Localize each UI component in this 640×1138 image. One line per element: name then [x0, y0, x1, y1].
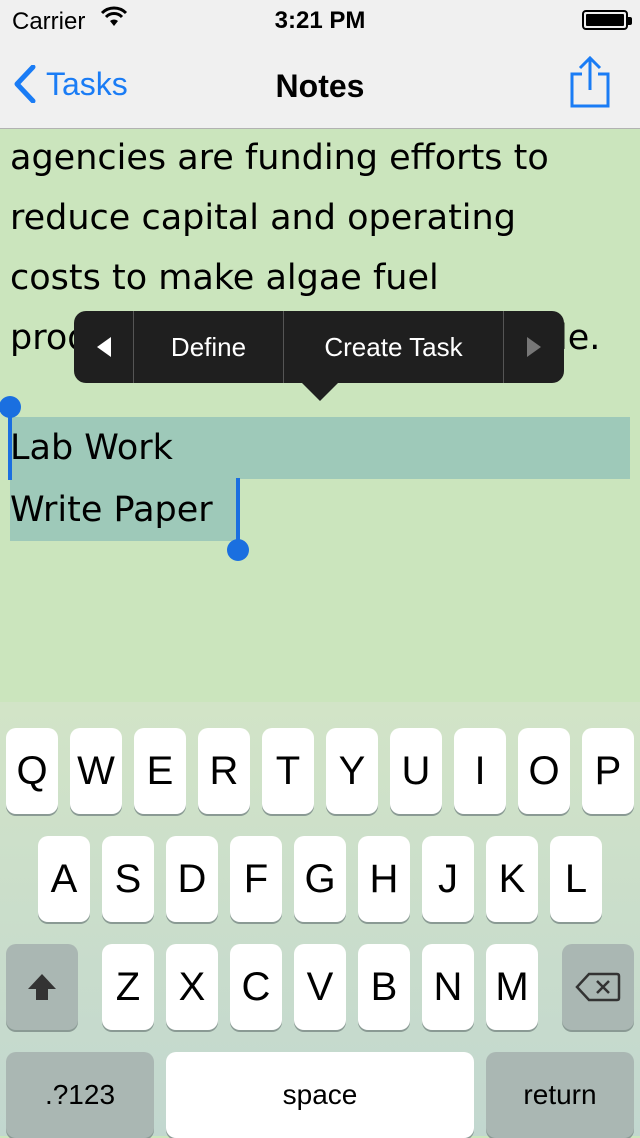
status-bar: Carrier 3:21 PM: [0, 0, 640, 40]
key-d[interactable]: D: [166, 836, 218, 922]
key-u[interactable]: U: [390, 728, 442, 814]
key-i[interactable]: I: [454, 728, 506, 814]
selection-start-handle[interactable]: [8, 414, 12, 480]
selection-end-grip[interactable]: [227, 539, 249, 561]
key-l[interactable]: L: [550, 836, 602, 922]
key-e[interactable]: E: [134, 728, 186, 814]
create-task-button[interactable]: Create Task: [284, 311, 504, 383]
menu-prev-button[interactable]: [74, 311, 134, 383]
key-b[interactable]: B: [358, 944, 410, 1030]
key-w[interactable]: W: [70, 728, 122, 814]
menu-pointer: [302, 383, 338, 401]
note-line: agencies are funding efforts to: [10, 138, 549, 178]
key-p[interactable]: P: [582, 728, 634, 814]
shift-key[interactable]: [6, 944, 78, 1030]
note-line-end: le.: [558, 318, 601, 358]
key-q[interactable]: Q: [6, 728, 58, 814]
note-line: reduce capital and operating: [10, 198, 516, 238]
key-k[interactable]: K: [486, 836, 538, 922]
return-key[interactable]: return: [486, 1052, 634, 1138]
key-v[interactable]: V: [294, 944, 346, 1030]
key-s[interactable]: S: [102, 836, 154, 922]
shift-icon: [28, 974, 56, 1000]
key-j[interactable]: J: [422, 836, 474, 922]
keyboard: Q W E R T Y U I O P A S D F G H J K L Z …: [0, 702, 640, 1138]
right-arrow-icon: [527, 337, 541, 357]
note-line: costs to make algae fuel: [10, 258, 439, 298]
clock: 3:21 PM: [274, 7, 366, 34]
selection-start-grip[interactable]: [0, 396, 21, 418]
key-f[interactable]: F: [230, 836, 282, 922]
edit-menu: Define Create Task: [74, 311, 564, 383]
key-a[interactable]: A: [38, 836, 90, 922]
menu-next-button[interactable]: [504, 311, 564, 383]
key-c[interactable]: C: [230, 944, 282, 1030]
key-t[interactable]: T: [262, 728, 314, 814]
key-r[interactable]: R: [198, 728, 250, 814]
selection-end-handle[interactable]: [236, 478, 240, 544]
key-z[interactable]: Z: [102, 944, 154, 1030]
navigation-bar: Tasks Notes: [0, 40, 640, 129]
key-o[interactable]: O: [518, 728, 570, 814]
define-button[interactable]: Define: [134, 311, 284, 383]
key-y[interactable]: Y: [326, 728, 378, 814]
selected-line: Write Paper: [10, 490, 213, 530]
battery-icon: [582, 10, 632, 30]
key-n[interactable]: N: [422, 944, 474, 1030]
left-arrow-icon: [96, 337, 111, 357]
backspace-icon: [575, 972, 621, 1002]
key-m[interactable]: M: [486, 944, 538, 1030]
key-h[interactable]: H: [358, 836, 410, 922]
key-g[interactable]: G: [294, 836, 346, 922]
share-icon[interactable]: [568, 54, 612, 115]
delete-key[interactable]: [562, 944, 634, 1030]
selected-line: Lab Work: [10, 428, 173, 468]
page-title: Notes: [275, 68, 365, 104]
numbers-key[interactable]: .?123: [6, 1052, 154, 1138]
space-key[interactable]: space: [166, 1052, 474, 1138]
key-x[interactable]: X: [166, 944, 218, 1030]
